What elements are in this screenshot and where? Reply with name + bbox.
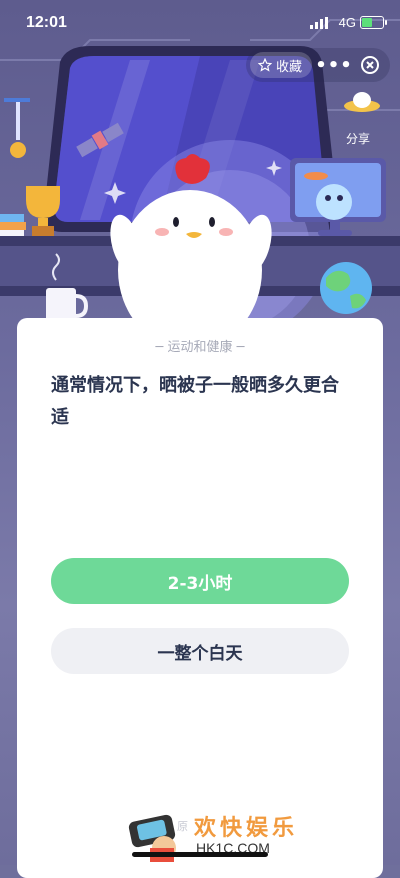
favorite-button[interactable]: 收藏: [249, 52, 312, 78]
watermark-title: 欢快娱乐: [194, 815, 299, 841]
signal-icon: [310, 17, 328, 29]
network-type: 4G: [338, 15, 356, 30]
battery-icon: [360, 16, 387, 29]
star-icon: [257, 58, 272, 72]
category-label: ─ 运动和健康 ─: [155, 340, 245, 355]
close-icon: [361, 56, 379, 74]
share-button[interactable]: 分享: [346, 130, 370, 147]
question-text: 通常情况下，晒被子一般晒多久更合适: [51, 375, 339, 428]
more-options-button[interactable]: •••: [312, 55, 356, 76]
answer-option-2[interactable]: 一整个白天: [51, 628, 349, 674]
top-action-capsule: 收藏 •••: [245, 48, 390, 82]
category-text: 运动和健康: [167, 340, 233, 355]
close-button[interactable]: [356, 51, 384, 79]
home-indicator: [132, 852, 268, 857]
favorite-label: 收藏: [275, 59, 302, 75]
answer-option-1[interactable]: 2-3小时: [51, 558, 349, 604]
question-card: ─ 运动和健康 ─ 通常情况下，晒被子一般晒多久更合适 2-3小时 一整个白天 …: [17, 318, 383, 878]
status-bar: 12:01 4G: [0, 0, 400, 44]
status-time: 12:01: [26, 14, 67, 31]
